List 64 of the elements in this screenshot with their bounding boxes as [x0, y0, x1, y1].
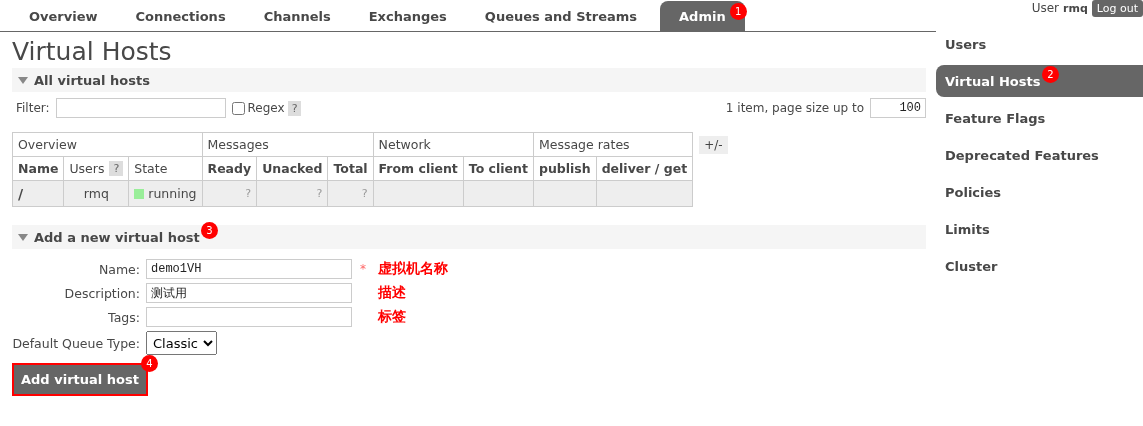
- user-label: User: [1031, 1, 1060, 15]
- table-cell: [463, 180, 534, 207]
- sidebar-item[interactable]: Cluster: [936, 250, 1143, 282]
- column-header: Total: [327, 156, 374, 181]
- nav-tab[interactable]: Overview: [10, 1, 117, 31]
- text-field[interactable]: 测试用: [146, 283, 352, 303]
- nav-tab[interactable]: Admin 1: [660, 1, 745, 31]
- nav-tab[interactable]: Queues and Streams: [465, 1, 657, 31]
- column-header: Name: [12, 156, 64, 181]
- annotation-badge: 2: [1042, 66, 1059, 83]
- user-name: rmq: [1063, 1, 1088, 15]
- queue-type-select[interactable]: Classic: [146, 331, 217, 355]
- column-header: Ready: [202, 156, 257, 181]
- column-header: State: [128, 156, 202, 181]
- column-header: Unacked: [256, 156, 328, 181]
- column-label: Users: [69, 161, 105, 176]
- field-label: Name:: [97, 261, 140, 277]
- help-button[interactable]: ?: [287, 100, 302, 116]
- annotation-note: 虚拟机名称: [378, 260, 448, 278]
- page-size-field[interactable]: 100: [870, 98, 926, 118]
- nav-tab[interactable]: Exchanges: [349, 1, 466, 31]
- field-label: Default Queue Type:: [11, 335, 140, 351]
- state-text: running: [148, 186, 197, 201]
- section-title: All virtual hosts: [34, 72, 150, 88]
- annotation-note: 标签: [378, 308, 406, 326]
- regex-checkbox[interactable]: [231, 101, 245, 115]
- required-mark: *: [360, 262, 367, 276]
- collapse-icon[interactable]: [18, 233, 28, 241]
- sidebar-item[interactable]: Users: [936, 28, 1143, 60]
- logout-button[interactable]: Log out: [1091, 0, 1143, 17]
- regex-label: Regex: [247, 101, 285, 115]
- table-cell: ?: [256, 180, 328, 207]
- annotation-badge: 1: [729, 3, 747, 20]
- group-header: Network: [373, 132, 534, 157]
- annotation-badge: 3: [200, 221, 218, 239]
- section-header[interactable]: All virtual hosts: [12, 68, 926, 92]
- help-button[interactable]: ?: [109, 161, 124, 176]
- group-header: Messages: [202, 132, 374, 157]
- section-header[interactable]: Add a new virtual host 3: [12, 225, 926, 249]
- sidebar-item[interactable]: Feature Flags: [936, 102, 1143, 134]
- column-header: From client: [373, 156, 464, 181]
- sidebar-item[interactable]: Virtual Hosts 2: [936, 65, 1143, 97]
- column-header: deliver / get: [596, 156, 693, 181]
- sidebar-item[interactable]: Deprecated Features: [936, 139, 1143, 171]
- text-field[interactable]: demo1VH: [146, 259, 352, 279]
- field-label: Description:: [63, 285, 140, 301]
- filter-label: Filter:: [16, 101, 50, 115]
- columns-toggle-button[interactable]: +/-: [699, 136, 728, 154]
- group-header: Overview: [12, 132, 202, 157]
- page-title: Virtual Hosts: [12, 38, 173, 66]
- paging-text: 1 item, page size up to: [725, 101, 864, 115]
- annotation-note: 描述: [378, 284, 406, 302]
- collapse-icon[interactable]: [18, 76, 28, 84]
- vhost-name-link[interactable]: /: [12, 180, 64, 207]
- column-header: publish: [533, 156, 597, 181]
- group-header: Message rates: [533, 132, 693, 157]
- nav-tab[interactable]: Connections: [116, 1, 245, 31]
- sidebar-item[interactable]: Policies: [936, 176, 1143, 208]
- sidebar-item[interactable]: Limits: [936, 213, 1143, 245]
- column-header: To client: [463, 156, 534, 181]
- nav-tab[interactable]: Channels: [244, 1, 350, 31]
- field-label: Tags:: [107, 309, 140, 325]
- text-field[interactable]: [146, 307, 352, 327]
- filter-field[interactable]: [55, 98, 226, 118]
